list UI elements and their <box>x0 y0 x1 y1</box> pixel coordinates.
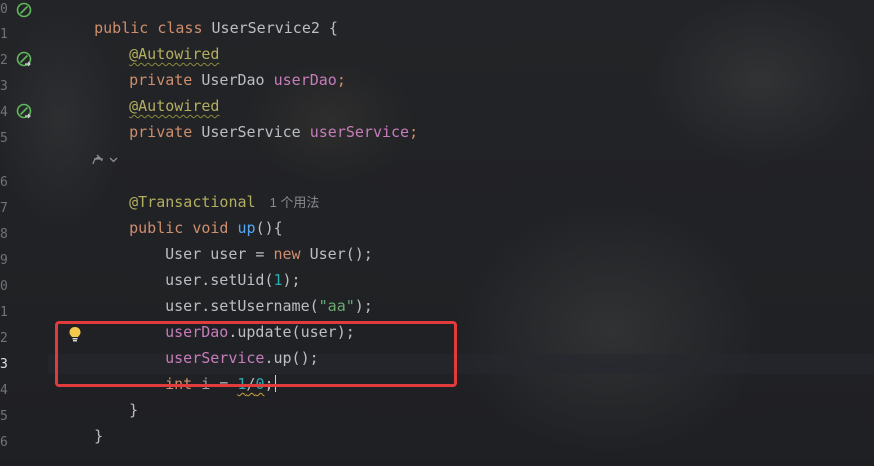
closing-brace: } <box>129 401 139 419</box>
code-editor[interactable]: public class UserService2 { @Autowired p… <box>58 0 874 460</box>
code-line: private UserService userService; <box>93 102 418 141</box>
line-number: 0 <box>0 279 8 294</box>
code-line: @Autowired <box>93 24 219 63</box>
code-text: User(); <box>309 245 373 263</box>
line-number: 5 <box>0 409 8 424</box>
spring-bean-gutter-icon[interactable] <box>16 103 32 119</box>
code-line: user.setUsername("aa"); <box>129 276 373 315</box>
line-number: 2 <box>0 53 8 68</box>
code-text: ); <box>354 297 373 315</box>
punctuation: ; <box>336 71 346 89</box>
line-number: 7 <box>0 201 8 216</box>
line-number: 3 <box>0 79 8 94</box>
punctuation: ; <box>409 123 419 141</box>
class-name: UserService2 { <box>211 19 338 37</box>
code-line: public void up(){ <box>93 198 283 237</box>
line-number: 4 <box>0 383 8 398</box>
closing-brace: } <box>94 427 104 445</box>
code-line: @Transactional 1 个用法 <box>93 172 319 211</box>
spring-bean-gutter-icon[interactable] <box>16 2 32 18</box>
line-number: 5 <box>0 131 8 146</box>
line-number: 4 <box>0 105 8 120</box>
code-line: } <box>58 406 103 445</box>
keyword: private <box>129 123 202 141</box>
line-number: 2 <box>0 331 8 346</box>
line-number: 1 <box>0 27 8 42</box>
code-line: @Autowired <box>93 76 219 115</box>
type-name: UserService <box>201 123 310 141</box>
line-number: 1 <box>0 305 8 320</box>
line-number-current: 3 <box>0 357 8 372</box>
code-line: User user = new User(); <box>129 224 373 263</box>
line-number: 0 <box>0 2 8 17</box>
spring-bean-gutter-icon[interactable] <box>16 51 32 67</box>
field-name: userService <box>309 123 410 141</box>
code-line: userDao.update(user); <box>129 302 355 341</box>
highlight-box <box>55 321 457 387</box>
code-line: user.setUid(1); <box>129 250 300 289</box>
field-name: userDao <box>273 71 337 89</box>
line-number: 9 <box>0 253 8 268</box>
code-line: public class UserService2 { <box>58 0 338 37</box>
code-line: private UserDao userDao; <box>93 50 346 89</box>
line-number: 8 <box>0 227 8 242</box>
line-number: 6 <box>0 175 8 190</box>
editor-gutter[interactable]: 0 1 2 3 4 5 6 7 8 9 0 1 2 3 4 5 6 <box>0 0 48 460</box>
line-number: 6 <box>0 435 8 450</box>
